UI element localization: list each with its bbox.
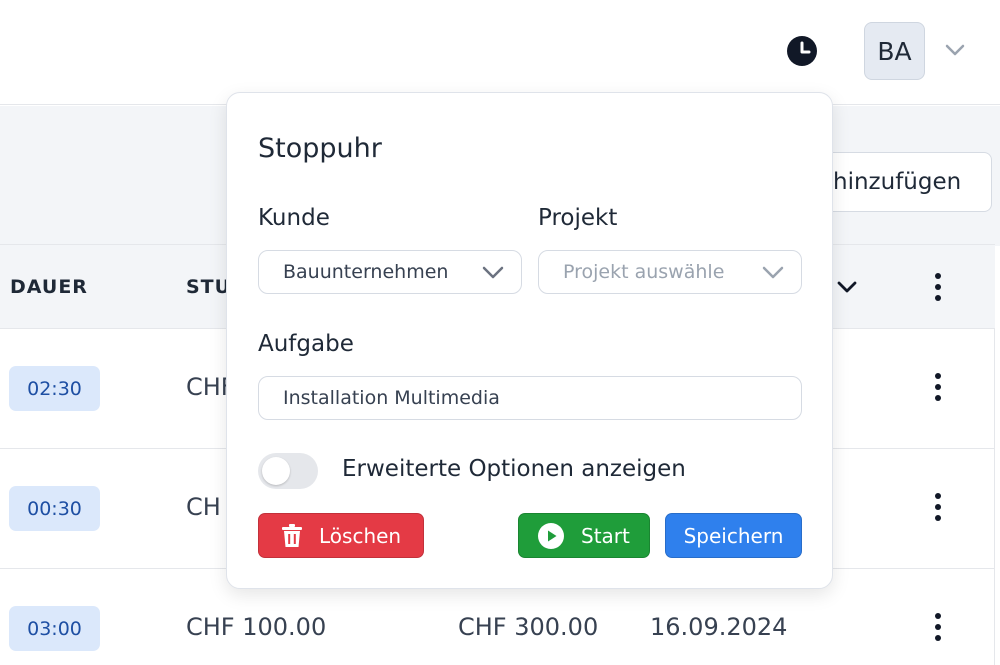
play-icon: [538, 522, 564, 549]
stopwatch-popup: Stoppuhr Kunde Projekt Bauunternehmen Pr…: [226, 92, 833, 589]
advanced-options-label: Erweiterte Optionen anzeigen: [342, 456, 686, 482]
task-input-value: Installation Multimedia: [283, 387, 500, 409]
add-button[interactable]: hinzufügen: [820, 152, 992, 212]
avatar[interactable]: BA: [864, 22, 925, 80]
column-header-rate[interactable]: STU: [186, 276, 231, 298]
chevron-down-icon[interactable]: [944, 42, 966, 58]
column-header-duration[interactable]: DAUER: [10, 276, 88, 298]
duration-badge: 00:30: [9, 486, 100, 531]
add-button-label: hinzufügen: [833, 169, 962, 195]
top-header: BA: [0, 0, 1000, 105]
total-cell: CHF 300.00: [458, 613, 599, 641]
duration-badge: 03:00: [9, 606, 100, 651]
delete-button-label: Löschen: [319, 523, 402, 548]
project-label: Projekt: [538, 205, 618, 231]
customer-select-value: Bauunternehmen: [283, 261, 449, 283]
save-button-label: Speichern: [683, 523, 784, 548]
chevron-down-icon: [482, 266, 504, 279]
chevron-down-icon: [762, 266, 784, 279]
clock-icon[interactable]: [786, 35, 818, 67]
popup-title: Stoppuhr: [258, 133, 382, 164]
chevron-down-icon[interactable]: [836, 279, 858, 295]
page: BA hinzufügen DAUER STU 02:30 CHF 00:30 …: [0, 0, 1000, 665]
start-button[interactable]: Start: [518, 513, 650, 558]
toggle-knob: [262, 457, 290, 485]
project-select-placeholder: Projekt auswähle: [563, 261, 725, 283]
kebab-menu-icon[interactable]: [928, 373, 948, 409]
customer-label: Kunde: [258, 205, 330, 231]
advanced-options-toggle[interactable]: [258, 453, 318, 489]
start-button-label: Start: [581, 523, 630, 548]
project-select[interactable]: Projekt auswähle: [538, 250, 802, 294]
rate-cell: CH: [186, 493, 221, 521]
rate-cell: CHF 100.00: [186, 613, 327, 641]
task-input[interactable]: Installation Multimedia: [258, 376, 802, 420]
trash-icon: [282, 523, 302, 547]
kebab-menu-icon[interactable]: [928, 493, 948, 529]
task-label: Aufgabe: [258, 331, 354, 357]
duration-badge: 02:30: [9, 366, 100, 411]
kebab-menu-icon[interactable]: [928, 273, 948, 309]
date-cell: 16.09.2024: [650, 613, 788, 641]
save-button[interactable]: Speichern: [665, 513, 802, 558]
customer-select[interactable]: Bauunternehmen: [258, 250, 522, 294]
delete-button[interactable]: Löschen: [258, 513, 424, 558]
kebab-menu-icon[interactable]: [928, 613, 948, 649]
